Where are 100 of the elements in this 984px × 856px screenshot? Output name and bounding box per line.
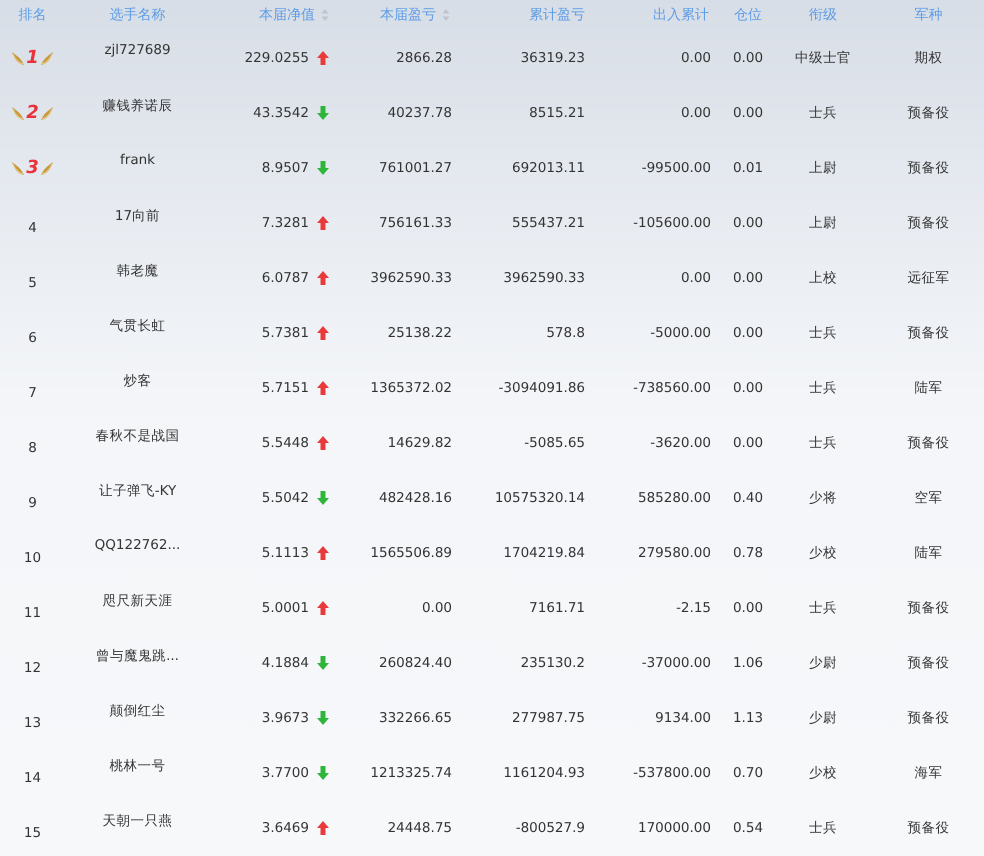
table-cell: 0.00	[732, 50, 764, 66]
rank-number: 14	[24, 768, 42, 786]
table-cell: -105600.00	[633, 214, 711, 230]
table-cell: 陆军	[914, 378, 942, 396]
table-cell: 332266.65	[378, 710, 452, 726]
table-cell: 3962590.33	[370, 270, 452, 286]
table-cell: 0.40	[732, 490, 764, 506]
table-cell: 预备役	[908, 598, 950, 616]
table-cell: 预备役	[908, 434, 950, 452]
net-value: 3.6469	[262, 820, 309, 836]
table-cell: 少校	[809, 544, 837, 562]
table-cell: 170000.00	[638, 820, 711, 836]
net-value: 6.0787	[262, 270, 309, 286]
table-cell: 10575320.14	[494, 490, 585, 506]
player-name[interactable]: 颠倒红尘	[110, 702, 166, 720]
table-cell: 0.00	[680, 270, 711, 286]
sort-icon[interactable]	[321, 8, 329, 22]
table-cell: 1213325.74	[370, 764, 452, 780]
rank-number: 9	[28, 494, 37, 510]
player-name[interactable]: 桃林一号	[110, 757, 166, 775]
table-cell: 0.00	[732, 214, 764, 230]
table-cell: 40237.78	[388, 104, 452, 120]
table-cell: 25138.22	[388, 324, 452, 340]
table-cell: -5000.00	[650, 324, 711, 340]
net-value: 229.0255	[244, 50, 309, 66]
table-cell: 预备役	[908, 324, 950, 342]
net-value: 5.5448	[262, 434, 309, 450]
table-cell: -37000.00	[642, 654, 711, 670]
player-name[interactable]: 韩老魔	[116, 262, 158, 280]
table-cell: 761001.27	[378, 160, 452, 176]
wing-icon	[40, 50, 54, 66]
table-cell: 756161.33	[378, 214, 452, 230]
table-cell: 7161.71	[529, 600, 585, 616]
table-cell: -2.15	[676, 600, 711, 616]
table-cell: 1565506.89	[370, 544, 452, 560]
net-value: 3.9673	[262, 710, 309, 726]
rank-number: 1	[26, 47, 39, 68]
table-cell: 少校	[809, 764, 837, 782]
table-cell: 24448.75	[388, 820, 452, 836]
table-cell: 0.00	[732, 104, 764, 120]
table-cell: 36319.23	[520, 50, 585, 66]
table-cell: 0.00	[422, 600, 452, 616]
sort-icon[interactable]	[442, 8, 450, 22]
table-cell: 上校	[809, 268, 837, 286]
player-name[interactable]: 曾与魔鬼跳...	[96, 647, 179, 665]
table-cell: -537800.00	[633, 764, 711, 780]
table-cell: 0.00	[680, 104, 711, 120]
player-name[interactable]: QQ122762...	[94, 537, 180, 553]
table-cell: -3094091.86	[498, 380, 585, 396]
table-cell: 14629.82	[388, 434, 452, 450]
table-cell: 士兵	[809, 324, 837, 342]
table-cell: 预备役	[908, 654, 950, 672]
table-cell: 士兵	[809, 598, 837, 616]
table-cell: 士兵	[809, 434, 837, 452]
table-cell: 0.00	[732, 380, 764, 396]
net-value: 5.0001	[262, 600, 309, 616]
table-cell: 预备役	[908, 214, 950, 232]
table-cell: 士兵	[809, 104, 837, 122]
table-cell: 预备役	[908, 158, 950, 176]
table-cell: 0.00	[680, 50, 711, 66]
table-cell: 1.13	[732, 710, 764, 726]
table-cell: 0.00	[732, 600, 764, 616]
player-name[interactable]: zjl727689	[104, 42, 171, 58]
player-name[interactable]: 17向前	[114, 207, 160, 225]
table-cell: 预备役	[908, 104, 950, 122]
player-name[interactable]: 炒客	[124, 372, 152, 390]
player-name[interactable]: 天朝一只燕	[102, 812, 172, 830]
table-cell: 少尉	[809, 654, 837, 672]
player-name[interactable]: 春秋不是战国	[96, 427, 180, 445]
net-value: 4.1884	[262, 654, 309, 670]
table-cell: 555437.21	[512, 214, 585, 230]
table-cell: 陆军	[914, 544, 942, 562]
table-cell: 0.70	[732, 764, 764, 780]
rank-number: 4	[28, 218, 37, 236]
rank-number: 15	[24, 824, 42, 840]
wing-icon	[40, 104, 54, 120]
table-cell: 0.01	[732, 160, 764, 176]
player-name[interactable]: 气贯长虹	[110, 317, 166, 335]
rank-number: 2	[26, 102, 39, 123]
table-cell: 1365372.02	[370, 380, 452, 396]
player-name[interactable]: frank	[120, 152, 155, 168]
net-value: 5.7381	[262, 324, 309, 340]
table-cell: 2866.28	[396, 50, 452, 66]
rank-number: 11	[24, 604, 42, 620]
table-cell: -738560.00	[633, 380, 711, 396]
table-cell: 远征军	[908, 268, 950, 286]
table-cell: 585280.00	[638, 490, 711, 506]
table-cell: 预备役	[908, 708, 950, 726]
table-cell: 482428.16	[378, 490, 452, 506]
player-name[interactable]: 咫尺新天涯	[102, 592, 172, 610]
table-cell: 0.54	[732, 820, 764, 836]
table-cell: 海军	[914, 764, 942, 782]
table-cell: -800527.9	[516, 820, 585, 836]
table-cell: 期权	[914, 48, 942, 66]
rank-number: 13	[24, 714, 42, 730]
table-cell: 士兵	[809, 818, 837, 836]
player-name[interactable]: 赚钱养诺辰	[102, 97, 172, 115]
net-value: 5.1113	[262, 544, 309, 560]
player-name[interactable]: 让子弹飞-KY	[98, 482, 176, 500]
table-cell: 578.8	[546, 324, 585, 340]
